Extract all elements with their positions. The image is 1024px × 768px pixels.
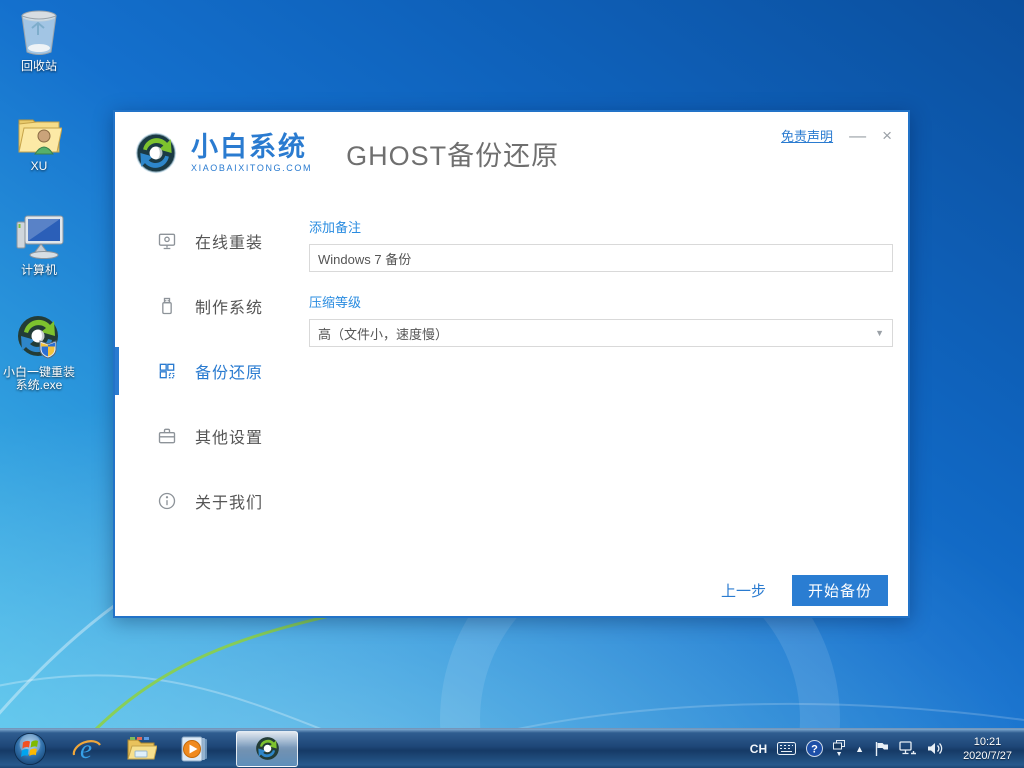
- xiaobai-logo-icon: [135, 132, 177, 174]
- taskbar: e CH ? ▼ ▲ 10:21 2020/7/27: [0, 728, 1024, 768]
- back-button[interactable]: 上一步: [721, 580, 766, 601]
- clock-time: 10:21: [973, 735, 1002, 748]
- sidebar-item-about-us[interactable]: 关于我们: [115, 477, 309, 525]
- sidebar-item-other-settings[interactable]: 其他设置: [115, 412, 309, 460]
- start-button[interactable]: [0, 730, 60, 768]
- info-icon: [157, 491, 177, 511]
- desktop-icon-label: 计算机: [20, 263, 57, 277]
- taskbar-media-player-icon[interactable]: [168, 730, 222, 768]
- desktop-icon-xiaobai-exe[interactable]: 小白一键重装 系统.exe: [0, 314, 78, 392]
- desktop-icon-computer[interactable]: 计算机: [0, 212, 78, 277]
- backup-form: 添加备注 压缩等级 高（文件小，速度慢） ▼: [309, 217, 893, 347]
- action-center-flag-icon[interactable]: [874, 741, 889, 757]
- note-input[interactable]: [309, 244, 893, 272]
- svg-text:e: e: [80, 734, 92, 764]
- brand-block: 小白系统 XIAOBAIXITONG.COM: [191, 133, 312, 173]
- monitor-icon: [157, 231, 177, 251]
- xiaobai-ghost-window: 免责声明 — × 小白系统 XIAOBAIXITONG.COM GHOST备份还…: [113, 110, 910, 618]
- disclaimer-link[interactable]: 免责声明: [781, 126, 833, 145]
- start-backup-button[interactable]: 开始备份: [792, 575, 888, 606]
- brand-domain: XIAOBAIXITONG.COM: [191, 163, 313, 173]
- sidebar-item-make-system[interactable]: 制作系统: [115, 282, 309, 330]
- compress-level-value: 高（文件小，速度慢）: [318, 326, 449, 342]
- desktop-icon-label: 小白一键重装 系统.exe: [2, 365, 75, 392]
- network-icon[interactable]: [899, 741, 917, 756]
- keyboard-icon[interactable]: [777, 742, 797, 755]
- note-label: 添加备注: [309, 220, 362, 235]
- chevron-down-icon: ▼: [875, 328, 884, 338]
- compress-level-label: 压缩等级: [309, 295, 362, 310]
- language-bar-options-icon[interactable]: ▼: [833, 739, 846, 758]
- usb-drive-icon: [157, 296, 177, 316]
- backup-grid-icon: [157, 361, 177, 381]
- desktop-icon-recycle-bin[interactable]: 回收站: [0, 8, 78, 73]
- recycle-bin-icon: [0, 8, 78, 56]
- sidebar-item-backup-restore[interactable]: 备份还原: [115, 347, 309, 395]
- page-title: GHOST备份还原: [346, 140, 560, 171]
- svg-text:?: ?: [811, 744, 818, 756]
- minimize-button[interactable]: —: [849, 127, 866, 144]
- compress-level-select[interactable]: 高（文件小，速度慢） ▼: [309, 319, 893, 347]
- sidebar: 在线重装 制作系统 备份还原 其他设置 关于我们: [115, 217, 309, 542]
- taskbar-explorer-icon[interactable]: [114, 730, 168, 768]
- taskbar-xiaobai-app-active[interactable]: [236, 730, 298, 767]
- computer-icon: [0, 212, 78, 260]
- language-indicator[interactable]: CH: [750, 742, 767, 756]
- desktop-icon-user-folder[interactable]: XU: [0, 108, 78, 173]
- window-header: 小白系统 XIAOBAIXITONG.COM GHOST备份还原: [133, 130, 559, 176]
- system-tray: CH ? ▼ ▲ 10:21 2020/7/27: [745, 729, 1024, 768]
- taskbar-clock[interactable]: 10:21 2020/7/27: [957, 735, 1018, 763]
- close-button[interactable]: ×: [882, 127, 892, 144]
- desktop-icon-label: 回收站: [20, 59, 57, 73]
- clock-date: 2020/7/27: [963, 749, 1012, 762]
- taskbar-ie-icon[interactable]: e: [60, 730, 114, 768]
- user-folder-icon: [0, 108, 78, 156]
- desktop-icon-label: XU: [30, 159, 48, 173]
- sidebar-item-online-reinstall[interactable]: 在线重装: [115, 217, 309, 265]
- briefcase-icon: [157, 426, 177, 446]
- help-icon[interactable]: ?: [806, 740, 824, 757]
- volume-icon[interactable]: [927, 741, 944, 756]
- show-hidden-icons-button[interactable]: ▲: [855, 744, 864, 754]
- xiaobai-sync-icon: [0, 314, 78, 362]
- brand-name: 小白系统: [191, 132, 307, 162]
